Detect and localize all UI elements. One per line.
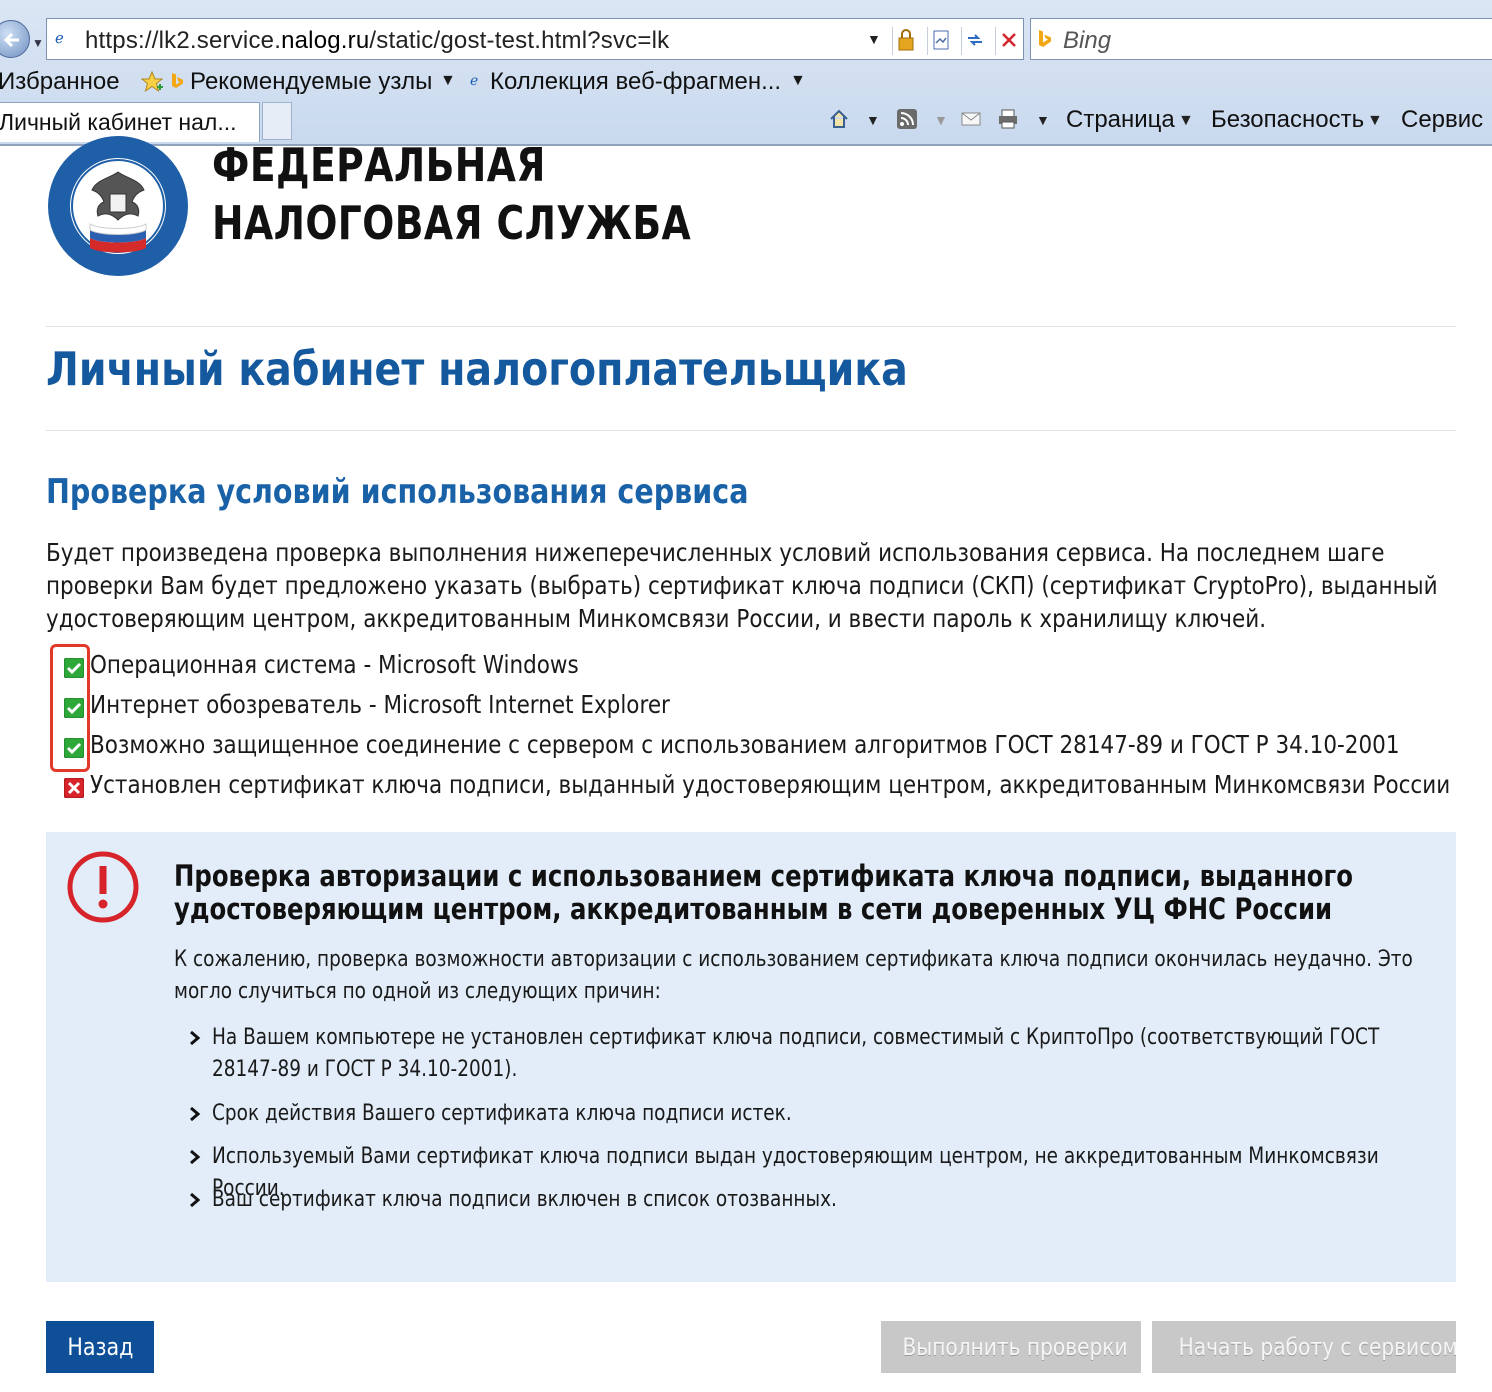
refresh-icon[interactable] [961, 27, 989, 55]
web-slice-gallery-link[interactable]: Коллекция веб-фрагмен... [490, 68, 781, 96]
recommended-sites-link[interactable]: Рекомендуемые узлы [190, 68, 432, 96]
address-bar[interactable]: ℯ https://lk2.service.nalog.ru/static/go… [46, 18, 1024, 60]
chevron-right-icon [190, 1030, 201, 1046]
ie-favicon-icon: ℯ [55, 30, 64, 47]
condition-text: Возможно защищенное соединение с серверо… [90, 730, 1400, 759]
add-favorite-star-icon[interactable] [140, 70, 164, 94]
condition-text: Установлен сертификат ключа подписи, выд… [90, 770, 1451, 799]
run-checks-label: Выполнить проверки [902, 1333, 1128, 1361]
exclamation-circle-icon [67, 851, 139, 923]
bing-icon [1039, 30, 1051, 47]
reason-text: Ваш сертификат ключа подписи включен в с… [212, 1187, 837, 1212]
address-dropdown-icon[interactable]: ▼ [867, 31, 881, 47]
back-button-label: Назад [66, 1333, 134, 1361]
alert-body: К сожалению, проверка возможности автори… [174, 947, 1413, 1004]
start-service-label: Начать работу с сервисом [1178, 1333, 1458, 1361]
lock-icon[interactable] [892, 27, 920, 55]
chevron-down-icon[interactable]: ▼ [32, 36, 44, 50]
divider [46, 430, 1456, 431]
highlight-box [50, 644, 90, 772]
rss-feed-icon[interactable] [896, 108, 918, 130]
page-title: Личный кабинет налогоплательщика [46, 342, 908, 396]
section-title: Проверка условий использования сервиса [46, 472, 749, 512]
search-placeholder: Bing [1063, 27, 1112, 54]
url-suffix: /static/gost-test.html?svc=lk [369, 27, 670, 54]
new-tab-button[interactable] [262, 102, 292, 140]
condition-text: Операционная система - Microsoft Windows [90, 650, 579, 679]
search-input[interactable]: Bing [1030, 18, 1492, 60]
fns-emblem-icon [48, 136, 188, 276]
arrow-left-icon [3, 32, 19, 48]
reason-text: Срок действия Вашего сертификата ключа п… [212, 1101, 792, 1126]
reason-text: На Вашем компьютере не установлен сертиф… [212, 1025, 1380, 1082]
check-fail-icon [64, 778, 84, 798]
chevron-down-icon[interactable]: ▼ [934, 112, 948, 128]
back-button[interactable]: Назад [46, 1321, 154, 1373]
ie-favicon-icon: ℯ [470, 72, 479, 88]
alert-panel: Проверка авторизации с использованием се… [46, 832, 1456, 1282]
org-name: ФЕДЕРАЛЬНАЯ НАЛОГОВАЯ СЛУЖБА [212, 136, 691, 252]
url-prefix: https://lk2.service. [85, 27, 282, 54]
chevron-right-icon [190, 1192, 201, 1208]
mail-icon[interactable] [960, 108, 982, 130]
favorites-button[interactable]: Избранное [0, 68, 120, 96]
url-domain: nalog.ru [281, 27, 370, 54]
chevron-down-icon[interactable]: ▼ [1036, 112, 1050, 128]
chevron-down-icon[interactable]: ▼ [1367, 112, 1383, 130]
chevron-right-icon [190, 1106, 201, 1122]
address-url[interactable]: https://lk2.service.nalog.ru/static/gost… [85, 27, 669, 55]
page-menu[interactable]: Страница [1066, 106, 1175, 134]
security-menu[interactable]: Безопасность [1211, 106, 1364, 134]
stop-icon[interactable] [995, 27, 1023, 55]
home-icon[interactable] [828, 108, 850, 130]
bing-icon [172, 73, 183, 88]
back-nav-button[interactable] [0, 20, 30, 58]
intro-text: Будет произведена проверка выполнения ни… [46, 538, 1438, 633]
org-name-line2: НАЛОГОВАЯ СЛУЖБА [212, 196, 692, 250]
print-icon[interactable] [997, 108, 1019, 130]
page-content: ФЕДЕРАЛЬНАЯ НАЛОГОВАЯ СЛУЖБА Личный каби… [0, 136, 1492, 1392]
favorites-bar: Избранное Рекомендуемые узлы ▼ ℯ Коллекц… [0, 64, 1492, 100]
chevron-down-icon[interactable]: ▼ [1178, 112, 1194, 130]
alert-title: Проверка авторизации с использованием се… [174, 859, 1354, 926]
browser-chrome: ▼ ℯ https://lk2.service.nalog.ru/static/… [0, 0, 1492, 146]
service-menu[interactable]: Сервис [1401, 106, 1483, 134]
compatibility-view-icon[interactable] [927, 27, 955, 55]
condition-text: Интернет обозреватель - Microsoft Intern… [90, 690, 670, 719]
chevron-down-icon[interactable]: ▼ [440, 72, 456, 90]
start-service-button[interactable]: Начать работу с сервисом [1152, 1321, 1458, 1373]
run-checks-button[interactable]: Выполнить проверки [881, 1321, 1141, 1373]
divider [46, 326, 1456, 327]
address-row: ▼ ℯ https://lk2.service.nalog.ru/static/… [0, 14, 1492, 64]
chevron-down-icon[interactable]: ▼ [866, 112, 880, 128]
chevron-down-icon[interactable]: ▼ [790, 72, 806, 90]
org-name-line1: ФЕДЕРАЛЬНАЯ [212, 138, 546, 192]
chevron-right-icon [190, 1149, 201, 1165]
